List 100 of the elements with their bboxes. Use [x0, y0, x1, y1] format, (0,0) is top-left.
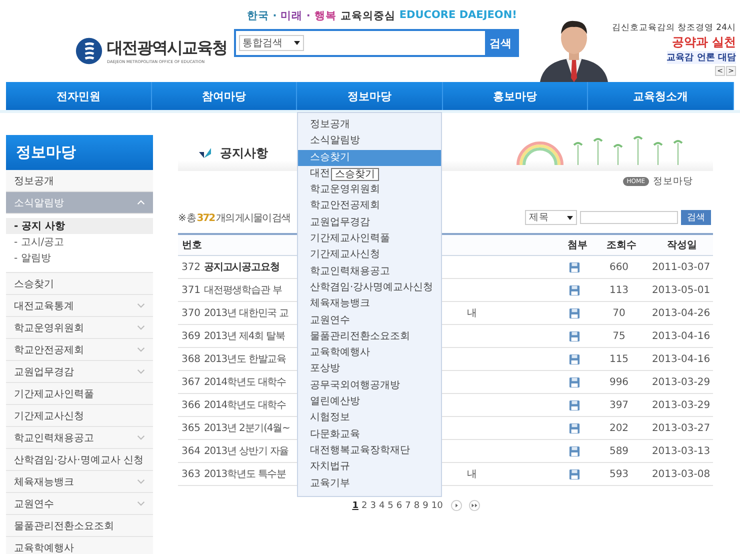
- table-cell-text: 2011-03-07: [650, 262, 712, 272]
- table-cell-text: 2013-03-29: [650, 376, 712, 388]
- page-link[interactable]: 3: [369, 500, 377, 510]
- promo-headline[interactable]: 공약과 실천: [672, 34, 736, 51]
- page-link[interactable]: 8: [412, 500, 421, 510]
- page-link[interactable]: 10: [430, 500, 444, 510]
- menu-item[interactable]: 포상방: [310, 361, 340, 378]
- menu-item[interactable]: 교원업무경감: [310, 214, 370, 232]
- search-button[interactable]: 검색: [484, 31, 516, 55]
- table-cell-text: 368: [180, 354, 202, 364]
- keyword-field[interactable]: [580, 211, 678, 224]
- menu-item[interactable]: 소식알림방: [310, 133, 360, 150]
- column-header: 첨부: [566, 239, 589, 252]
- submenu-item[interactable]: - 공지 사항: [6, 218, 153, 234]
- page-link[interactable]: 7: [404, 500, 412, 510]
- sidebar-item[interactable]: 대전교육통계: [6, 295, 153, 317]
- menu-item[interactable]: 학교운영위원회: [310, 182, 380, 198]
- page-title: 공지사항: [220, 144, 268, 162]
- sidebar-item[interactable]: 학교인력채용공고: [6, 427, 153, 449]
- logo-title[interactable]: 대전광역시교육청: [107, 38, 227, 59]
- page-link[interactable]: 2: [360, 500, 368, 510]
- sidebar-item[interactable]: 교원연수: [6, 493, 153, 515]
- table-cell-text: 2013-04-16: [650, 330, 712, 342]
- menu-item[interactable]: 대전행복교육장학재단: [310, 442, 410, 460]
- table-cell-text: 366: [180, 400, 202, 410]
- next-page-icon[interactable]: [450, 500, 462, 511]
- menu-item[interactable]: 공무국외여행공개방: [310, 378, 400, 394]
- table-cell-text: 2013-03-29: [650, 400, 712, 410]
- menu-item[interactable]: 교육기부: [310, 476, 350, 492]
- menu-item[interactable]: 체육재능뱅크: [310, 296, 370, 313]
- table-cell-text: 2013-03-08: [650, 468, 712, 480]
- submenu-item[interactable]: - 고시/공고: [6, 234, 153, 250]
- menu-item[interactable]: 자치법규: [310, 459, 350, 476]
- table-cell-text: 2013-04-26: [650, 308, 712, 318]
- table-cell-text: 113: [608, 284, 630, 296]
- menu-item[interactable]: 시험정보: [310, 410, 350, 427]
- menu-item[interactable]: 산학겸임·강사명예교사신청: [310, 280, 434, 296]
- menu-item[interactable]: 기간제교사인력풀: [310, 231, 390, 248]
- post-title-link[interactable]: 내: [467, 467, 477, 481]
- post-title-link[interactable]: 내: [467, 306, 477, 320]
- table-cell-text: 115: [608, 354, 630, 364]
- emblem-icon: [75, 37, 103, 65]
- table-cell-text: 593: [608, 468, 630, 480]
- check-mark-icon: [198, 147, 212, 159]
- sidebar-item[interactable]: 교원업무경감: [6, 361, 153, 383]
- last-page-icon[interactable]: [468, 500, 480, 511]
- menu-item[interactable]: 열린예산방: [310, 394, 360, 410]
- slogan-text: 행복: [314, 9, 336, 23]
- table-cell-text: 660: [608, 262, 630, 272]
- table-cell-text: 370: [180, 308, 202, 318]
- result-count-text: ※ 총372개의 게시물이 검색: [178, 212, 290, 224]
- promo-link[interactable]: 교육감 언론 대담: [666, 51, 736, 64]
- table-cell-text: 397: [608, 400, 630, 410]
- slogan-text: 교육의중심: [340, 9, 396, 23]
- menu-item[interactable]: 교원연수: [310, 312, 350, 329]
- page-link[interactable]: 4: [378, 500, 386, 510]
- column-header: 번호: [181, 239, 203, 252]
- table-cell-text: 70: [612, 308, 626, 318]
- table-cell-text: 75: [612, 330, 626, 342]
- table-cell-text: 369: [180, 330, 202, 342]
- slogan-text: 한국 ·: [247, 9, 277, 23]
- menu-item[interactable]: 학교인력채용공고: [310, 264, 390, 280]
- menu-item[interactable]: 학교안전공제회: [310, 198, 380, 215]
- table-cell-text: 202: [608, 422, 630, 434]
- breadcrumb-text: 정보마당: [653, 175, 693, 188]
- menu-item[interactable]: 물품관리전환소요조회: [310, 328, 410, 346]
- promo-caption: 김신호교육감의 창조경영 24시: [612, 22, 736, 34]
- board-search-button[interactable]: 검색: [681, 210, 711, 225]
- sidebar-item[interactable]: 학교안전공제회: [6, 339, 153, 361]
- sidebar-item[interactable]: 체육재능뱅크: [6, 471, 153, 493]
- field-select[interactable]: 제목: [525, 210, 577, 225]
- sidebar-item[interactable]: 물품관리전환소요조회: [6, 515, 153, 537]
- sidebar-item[interactable]: 교육학예행사: [6, 537, 153, 554]
- page-link[interactable]: 1: [351, 500, 360, 510]
- sidebar-item[interactable]: 정보공개: [6, 170, 153, 192]
- sidebar-item[interactable]: 기간제교사인력풀: [6, 383, 153, 405]
- menu-item[interactable]: 정보공개: [310, 117, 350, 134]
- menu-item[interactable]: 다문화교육: [310, 426, 360, 443]
- scope-select[interactable]: 통합검색: [238, 35, 304, 51]
- table-cell-text: 2013-03-27: [650, 422, 712, 434]
- table-cell-text: 2013-04-16: [650, 354, 712, 364]
- page-link[interactable]: 5: [386, 500, 394, 510]
- sidebar-item[interactable]: 기간제교사신청: [6, 405, 153, 427]
- sidebar-item[interactable]: 스승찾기: [6, 273, 153, 295]
- menu-item[interactable]: 대전: [310, 166, 330, 182]
- table-cell-text: 372: [180, 262, 202, 272]
- table-cell-text: 2013-05-01: [650, 284, 712, 296]
- sidebar-item[interactable]: 산학겸임·강사·명예교사 신청: [6, 449, 153, 471]
- search-field[interactable]: 통합검색 검색: [234, 29, 518, 57]
- submenu-item[interactable]: - 알림방: [6, 250, 153, 266]
- menu-item[interactable]: 교육학예행사: [310, 345, 370, 362]
- column-header: 조회수: [605, 239, 638, 252]
- page-link[interactable]: 9: [422, 500, 430, 510]
- sidebar-title: 정보마당: [6, 135, 153, 170]
- table-cell-text: 371: [180, 284, 202, 296]
- page-link[interactable]: 6: [395, 500, 404, 510]
- sidebar-item[interactable]: 학교운영위원회: [6, 317, 153, 339]
- table-cell-text: 589: [608, 446, 630, 456]
- menu-item[interactable]: 기간제교사신청: [310, 247, 380, 264]
- table-cell-text: 367: [180, 376, 202, 388]
